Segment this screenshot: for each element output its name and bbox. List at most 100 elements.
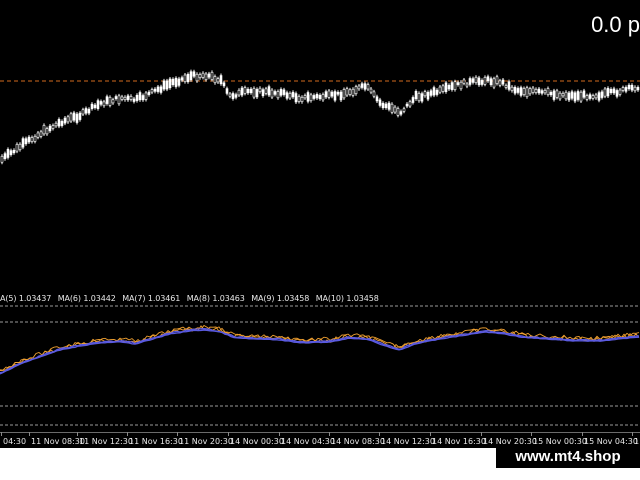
tick-mark [228, 432, 229, 436]
candle-body [618, 89, 622, 95]
watermark-logo: www.mt4.shop [496, 446, 640, 468]
ma-legend-item: A(5) 1.03437 [0, 294, 52, 303]
candle-body [357, 85, 361, 90]
candle-body [339, 91, 343, 101]
time-tick: 15 Nov 00:30 [533, 437, 587, 446]
candle-body [174, 77, 178, 87]
candle-body [570, 91, 574, 99]
candle-body [609, 88, 613, 94]
candle-body [558, 92, 562, 100]
tick-mark [582, 432, 583, 436]
candle-body [561, 93, 565, 97]
candle-body [408, 101, 412, 107]
candle-body [327, 90, 331, 98]
candle-body [192, 71, 196, 77]
candle-body [522, 88, 526, 95]
price-chart[interactable] [0, 0, 640, 290]
candle-body [12, 149, 16, 154]
candle-body [336, 91, 340, 95]
candle-body [318, 94, 322, 100]
candle-body [285, 92, 289, 99]
candle-body [246, 88, 250, 94]
candle-body [312, 95, 316, 99]
candle-body [477, 77, 481, 86]
candle-body [228, 93, 232, 97]
candle-body [198, 74, 202, 78]
candle-body [405, 103, 409, 107]
candle-body [213, 76, 217, 84]
candle-body [24, 138, 28, 145]
tick-mark [29, 432, 30, 436]
candle-body [462, 79, 466, 84]
candle-body [279, 89, 283, 96]
indicator-chart[interactable] [0, 290, 640, 432]
candle-body [504, 85, 508, 88]
candle-body [288, 93, 292, 99]
candle-body [411, 97, 415, 103]
candle-body [621, 87, 625, 91]
candle-body [525, 87, 529, 98]
candle-body [492, 78, 496, 88]
candle-body [546, 88, 550, 95]
candle-body [333, 91, 337, 101]
candle-body [456, 82, 460, 85]
candle-body [159, 86, 163, 93]
tick-mark [77, 432, 78, 436]
candle-body [276, 91, 280, 99]
candle-body [447, 85, 451, 90]
candle-body [516, 88, 520, 93]
candle-body [417, 93, 421, 102]
candle-body [21, 138, 25, 148]
candle-body [528, 88, 532, 95]
candle-body [483, 77, 487, 85]
tick-mark [329, 432, 330, 436]
candle-body [360, 83, 364, 88]
candle-body [564, 91, 568, 100]
candle-body [30, 137, 34, 142]
candle-body [540, 90, 544, 94]
candle-body [63, 117, 67, 124]
candle-body [270, 89, 274, 98]
candle-body [261, 89, 265, 97]
candle-body [429, 90, 433, 96]
candle-body [54, 122, 58, 127]
candle-body [375, 96, 379, 102]
candle-body [6, 149, 10, 158]
candle-body [582, 90, 586, 98]
candle-body [165, 80, 169, 90]
candle-body [450, 82, 454, 90]
candle-body [498, 80, 502, 86]
candle-body [234, 94, 238, 98]
candle-body [45, 128, 49, 135]
candle-body [168, 78, 172, 89]
candle-body [309, 94, 313, 101]
candle-body [351, 88, 355, 96]
candle-body [144, 92, 148, 100]
candle-body [282, 89, 286, 95]
candle-body [537, 88, 541, 94]
candle-body [162, 80, 166, 90]
candle-body [225, 88, 229, 94]
candle-body [573, 92, 577, 102]
candle-body [414, 91, 418, 100]
candle-body [438, 86, 442, 93]
candle-body [90, 103, 94, 109]
tick-mark [1, 432, 2, 436]
candle-body [627, 84, 631, 90]
candle-body [180, 77, 184, 81]
candle-body [399, 111, 403, 115]
candle-body [219, 75, 223, 85]
candle-body [393, 106, 397, 113]
candle-body [315, 94, 319, 99]
candle-body [99, 101, 103, 105]
candle-body [237, 89, 241, 96]
ma-line-orange-1 [0, 325, 640, 371]
candle-body [453, 81, 457, 90]
time-tick: 15 Nov 04:30 [584, 437, 638, 446]
candle-body [306, 92, 310, 102]
candle-body [612, 88, 616, 94]
candle-body [444, 82, 448, 92]
candle-body [597, 92, 601, 101]
candle-body [264, 88, 268, 94]
candle-body [69, 113, 73, 122]
